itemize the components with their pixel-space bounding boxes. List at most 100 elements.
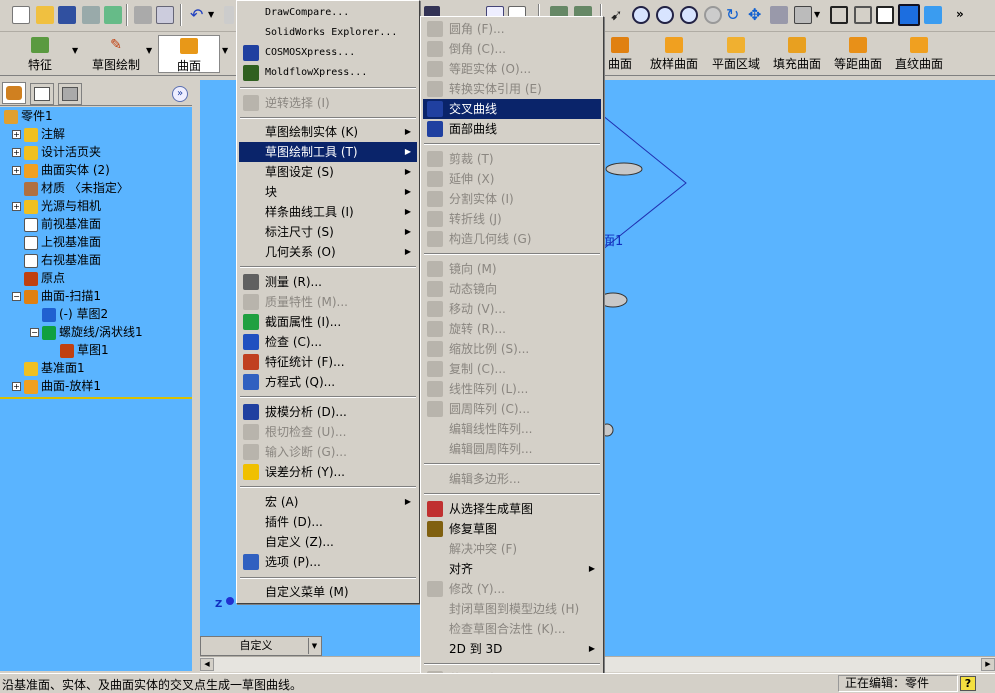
expand-icon[interactable]: + bbox=[12, 166, 21, 175]
print-icon[interactable] bbox=[134, 6, 152, 24]
menu-item[interactable]: 交叉曲线 bbox=[423, 99, 601, 119]
view-orientation-dropdown-icon[interactable]: ▼ bbox=[308, 638, 320, 654]
tab-property-manager[interactable] bbox=[30, 83, 54, 105]
tree-item[interactable]: 右视基准面 bbox=[12, 251, 101, 269]
menu-item[interactable]: 拔模分析 (D)... bbox=[239, 402, 417, 422]
menu-item[interactable]: 草图设定 (S) ▶ bbox=[239, 162, 417, 182]
new-file-icon[interactable] bbox=[12, 6, 30, 24]
menu-item[interactable]: SolidWorks Explorer... bbox=[239, 23, 417, 43]
tree-item[interactable]: (-) 草图2 bbox=[30, 305, 108, 323]
expand-icon[interactable]: + bbox=[12, 382, 21, 391]
roll-view-icon[interactable] bbox=[770, 6, 788, 24]
zoom-in-out-icon[interactable] bbox=[680, 6, 698, 24]
menu-item[interactable]: 修复草图 bbox=[423, 519, 601, 539]
tab-configuration-manager[interactable] bbox=[58, 83, 82, 105]
menu-item[interactable]: 特征统计 (F)... bbox=[239, 352, 417, 372]
tree-item[interactable]: − 螺旋线/涡状线1 bbox=[30, 323, 143, 341]
menu-item[interactable]: 检查 (C)... bbox=[239, 332, 417, 352]
wireframe-icon[interactable] bbox=[830, 6, 848, 24]
print-preview-icon[interactable] bbox=[156, 6, 174, 24]
sketch-button[interactable]: ✎ 草图绘制 bbox=[88, 35, 144, 73]
expand-icon[interactable]: + bbox=[12, 148, 21, 157]
tree-item[interactable]: + 注解 bbox=[12, 125, 65, 143]
offset-surface-tool[interactable]: 等距曲面 bbox=[832, 37, 884, 75]
undo-icon[interactable]: ↶ bbox=[190, 6, 208, 24]
menu-item[interactable]: 几何关系 (O) ▶ bbox=[239, 242, 417, 262]
menu-item[interactable]: 面部曲线 bbox=[423, 119, 601, 139]
menu-item[interactable]: 误差分析 (Y)... bbox=[239, 462, 417, 482]
surface-dropdown-icon[interactable]: ▼ bbox=[222, 46, 228, 55]
draft-analysis-icon bbox=[243, 404, 259, 420]
menu-item[interactable]: 样条曲线工具 (I) ▶ bbox=[239, 202, 417, 222]
feature-button[interactable]: 特征 bbox=[24, 35, 56, 73]
view-orientation-icon[interactable] bbox=[794, 6, 812, 24]
menu-item[interactable]: 2D 到 3D ▶ bbox=[423, 639, 601, 659]
rebuild-icon[interactable] bbox=[104, 6, 122, 24]
tree-item[interactable]: 原点 bbox=[12, 269, 65, 287]
shaded-edges-icon[interactable] bbox=[898, 4, 920, 26]
zoom-fit-icon[interactable] bbox=[632, 6, 650, 24]
collapse-panel-icon[interactable]: » bbox=[172, 86, 188, 102]
undo-dropdown-icon[interactable]: ▼ bbox=[208, 6, 218, 24]
toolbar-overflow-icon[interactable]: » bbox=[956, 6, 968, 24]
menu-item[interactable]: 插件 (D)... bbox=[239, 512, 417, 532]
redo-icon[interactable] bbox=[224, 6, 234, 24]
tree-item[interactable]: 草图1 bbox=[48, 341, 109, 359]
pan-icon[interactable]: ✥ bbox=[748, 6, 766, 24]
menu-item[interactable]: 块 ▶ bbox=[239, 182, 417, 202]
planar-surface-tool[interactable]: 平面区域 bbox=[710, 37, 762, 75]
rotate-view-icon[interactable]: ↻ bbox=[726, 6, 744, 24]
scroll-right-icon[interactable]: ▶ bbox=[981, 658, 995, 671]
tree-item[interactable]: + 曲面-放样1 bbox=[12, 377, 101, 395]
menu-item[interactable]: 自定义菜单 (M) bbox=[239, 582, 417, 602]
menu-item[interactable]: DrawCompare... bbox=[239, 3, 417, 23]
select-arrow-icon[interactable]: ➹ bbox=[610, 6, 628, 24]
feature-dropdown-icon[interactable]: ▼ bbox=[72, 46, 78, 55]
loft-surface-tool[interactable]: 放样曲面 bbox=[648, 37, 700, 75]
tree-item[interactable]: + 光源与相机 bbox=[12, 197, 101, 215]
tree-item[interactable]: 基准面1 bbox=[12, 359, 85, 377]
expand-icon[interactable]: + bbox=[12, 130, 21, 139]
collapse-icon[interactable]: − bbox=[12, 292, 21, 301]
view-orientation-dropdown-icon[interactable]: ▼ bbox=[814, 6, 824, 24]
zoom-area-icon[interactable] bbox=[656, 6, 674, 24]
help-icon[interactable]: ? bbox=[960, 676, 976, 691]
ruled-surface-tool[interactable]: 直纹曲面 bbox=[893, 37, 945, 75]
menu-item[interactable]: 测量 (R)... bbox=[239, 272, 417, 292]
tree-item[interactable]: 前视基准面 bbox=[12, 215, 101, 233]
view-orientation-select[interactable]: 自定义 ▼ bbox=[200, 636, 322, 656]
tree-item[interactable]: 材质 〈未指定〉 bbox=[12, 179, 129, 197]
tab-feature-manager[interactable] bbox=[2, 82, 26, 104]
shaded-icon[interactable] bbox=[924, 6, 942, 24]
menu-item[interactable]: 截面属性 (I)... bbox=[239, 312, 417, 332]
zoom-selection-icon[interactable] bbox=[704, 6, 722, 24]
menu-item[interactable]: COSMOSXpress... bbox=[239, 43, 417, 63]
menu-item[interactable]: 标注尺寸 (S) ▶ bbox=[239, 222, 417, 242]
menu-item[interactable]: 从选择生成草图 bbox=[423, 499, 601, 519]
swept-surface-tool[interactable]: 曲面 bbox=[600, 37, 640, 75]
menu-item[interactable]: 宏 (A) ▶ bbox=[239, 492, 417, 512]
menu-item[interactable]: 自定义 (Z)... bbox=[239, 532, 417, 552]
menu-item[interactable]: 对齐 ▶ bbox=[423, 559, 601, 579]
menu-item[interactable]: MoldflowXpress... bbox=[239, 63, 417, 83]
menu-item[interactable]: 草图绘制实体 (K) ▶ bbox=[239, 122, 417, 142]
expand-icon[interactable]: + bbox=[12, 202, 21, 211]
hidden-lines-removed-icon[interactable] bbox=[876, 6, 894, 24]
print-setup-icon[interactable] bbox=[82, 6, 100, 24]
open-folder-icon[interactable] bbox=[36, 6, 54, 24]
tree-item[interactable]: + 曲面实体 (2) bbox=[12, 161, 110, 179]
collapse-icon[interactable]: − bbox=[30, 328, 39, 337]
menu-item[interactable]: 选项 (P)... bbox=[239, 552, 417, 572]
menu-item[interactable]: 方程式 (Q)... bbox=[239, 372, 417, 392]
tree-item[interactable]: − 曲面-扫描1 bbox=[12, 287, 101, 305]
tree-item[interactable]: + 设计活页夹 bbox=[12, 143, 101, 161]
tree-item[interactable]: 上视基准面 bbox=[12, 233, 101, 251]
save-icon[interactable] bbox=[58, 6, 76, 24]
surface-button[interactable]: 曲面 bbox=[158, 35, 220, 73]
hidden-lines-visible-icon[interactable] bbox=[854, 6, 872, 24]
tree-root[interactable]: 零件1 bbox=[4, 107, 53, 125]
sketch-dropdown-icon[interactable]: ▼ bbox=[146, 46, 152, 55]
fill-surface-tool[interactable]: 填充曲面 bbox=[771, 37, 823, 75]
scroll-left-icon[interactable]: ◀ bbox=[200, 658, 214, 671]
menu-item[interactable]: 草图绘制工具 (T) ▶ bbox=[239, 142, 417, 162]
